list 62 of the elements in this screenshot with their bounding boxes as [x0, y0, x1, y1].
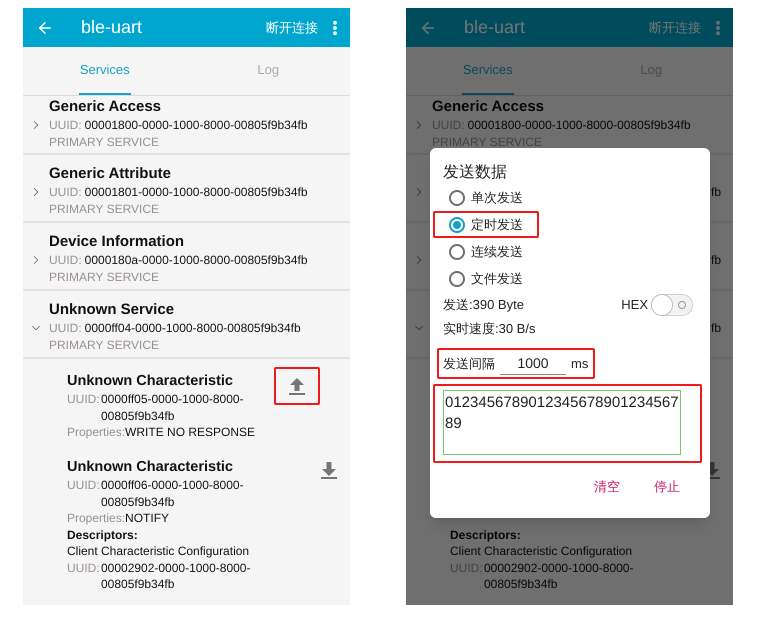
- service-name: Generic Attribute: [49, 164, 171, 184]
- upload-icon[interactable]: [288, 377, 306, 395]
- radio-option[interactable]: 定时发送: [433, 211, 539, 238]
- uuid-value: 00805f9b34fb: [101, 576, 174, 594]
- descriptor-name: Client Characteristic Configuration: [67, 543, 250, 560]
- app-title: ble-uart: [464, 16, 526, 39]
- service-name: Device Information: [49, 232, 184, 252]
- data-input-field[interactable]: 012345678901234567890123456789: [443, 390, 681, 455]
- descriptors-heading: Descriptors:: [450, 526, 521, 544]
- dialog-button[interactable]: 停止: [648, 477, 686, 496]
- uuid-value: fb: [710, 320, 721, 336]
- uuid-value: 00002902-0000-1000-8000-: [101, 560, 250, 577]
- uuid-value: 00002902-0000-1000-8000-: [484, 560, 634, 577]
- uuid-value: 00805f9b34fb: [101, 408, 174, 425]
- properties-label: Properties:: [67, 510, 126, 528]
- dialog-title: 发送数据: [443, 163, 507, 183]
- uuid-value: fb: [710, 184, 721, 200]
- service-name: Unknown Service: [49, 300, 174, 320]
- uuid-value: 0000ff06-0000-1000-8000-: [101, 477, 244, 494]
- unit-label: ms: [571, 354, 588, 373]
- uuid-label: UUID:: [67, 560, 101, 577]
- characteristic-name: Unknown Characteristic: [67, 458, 233, 478]
- properties-value: NOTIFY: [125, 510, 170, 528]
- hex-label: HEX: [621, 296, 648, 314]
- dialog-button[interactable]: 清空: [588, 477, 626, 496]
- properties-label: Properties:: [67, 424, 126, 442]
- uuid-label: UUID:: [49, 184, 82, 200]
- tab[interactable]: Services: [78, 47, 131, 95]
- uuid-value: fb: [710, 252, 721, 268]
- uuid-value: 0000180a-0000-1000-8000-00805f9b34fb: [84, 252, 308, 268]
- uuid-label: UUID:: [67, 391, 101, 408]
- interval-field[interactable]: 1000: [500, 352, 566, 374]
- properties-value: WRITE NO RESPONSE: [125, 424, 256, 442]
- uuid-value: 0000ff04-0000-1000-8000-00805f9b34fb: [84, 320, 301, 336]
- interval-label: 发送间隔: [443, 354, 495, 373]
- service-type: PRIMARY SERVICE: [49, 200, 160, 218]
- uuid-value: 00001800-0000-1000-8000-00805f9b34fb: [84, 116, 308, 134]
- speed-text: 实时速度:30 B/s: [443, 320, 536, 338]
- uuid-value: 00001801-0000-1000-8000-00805f9b34fb: [84, 184, 308, 200]
- uuid-label: UUID:: [49, 116, 82, 134]
- uuid-label: UUID:: [49, 320, 82, 336]
- hex-switch[interactable]: [651, 294, 693, 316]
- service-type: PRIMARY SERVICE: [49, 336, 160, 354]
- service-type: PRIMARY SERVICE: [49, 268, 160, 286]
- radio-option[interactable]: 文件发送: [433, 265, 539, 292]
- service-name: Generic Access: [432, 96, 544, 117]
- uuid-value: 0000ff05-0000-1000-8000-: [101, 391, 244, 408]
- service-name: Generic Access: [49, 96, 162, 117]
- uuid-value: 00805f9b34fb: [484, 576, 558, 594]
- app-title: ble-uart: [81, 16, 142, 39]
- uuid-label: UUID:: [67, 477, 101, 494]
- radio-option[interactable]: 连续发送: [433, 238, 539, 265]
- descriptor-name: Client Characteristic Configuration: [450, 543, 632, 560]
- radio-option[interactable]: 单次发送: [433, 184, 539, 211]
- characteristic-name: Unknown Characteristic: [67, 372, 233, 392]
- descriptors-heading: Descriptors:: [67, 526, 138, 544]
- service-type: PRIMARY SERVICE: [49, 134, 160, 150]
- uuid-value: 00805f9b34fb: [101, 494, 174, 511]
- sent-bytes: 发送:390 Byte: [443, 296, 524, 314]
- uuid-label: UUID:: [49, 252, 82, 268]
- disconnect-button[interactable]: 断开连接: [266, 18, 318, 38]
- uuid-value: 00001800-0000-1000-8000-00805f9b34fb: [468, 116, 691, 134]
